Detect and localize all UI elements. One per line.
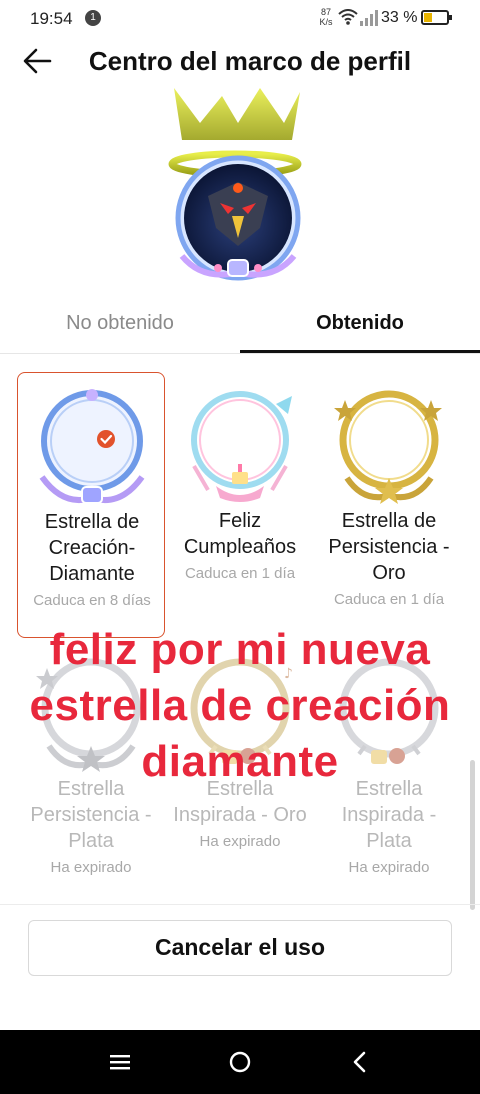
frame-name: Estrella de Creación-Diamante — [44, 511, 140, 585]
frame-name: Feliz Cumpleaños — [183, 510, 297, 558]
frame-card-creacion-diamante[interactable]: Estrella de Creación-Diamante Caduca en … — [17, 372, 165, 638]
frame-name: Estrella de Persistencia - Oro — [328, 510, 450, 584]
notification-badge: 1 — [85, 10, 101, 26]
net-speed-value: 87 — [320, 7, 331, 17]
footer-divider — [0, 904, 480, 905]
frame-thumbnail — [334, 390, 442, 504]
frame-expiry: Caduca en 1 día — [333, 591, 445, 608]
frame-thumbnail — [39, 389, 145, 504]
signal-icon — [360, 10, 378, 26]
frame-card-feliz-cumpleanos[interactable]: Feliz Cumpleaños Caduca en 1 día — [166, 372, 314, 638]
battery-percent: 33 % — [381, 9, 418, 26]
status-bar: 19:54 1 87 K/s 33 % — [0, 0, 480, 36]
frame-card-persistencia-oro[interactable]: Estrella de Persistencia - Oro Caduca en… — [315, 372, 463, 638]
net-speed-unit: K/s — [319, 17, 333, 27]
frame-expiry: Ha expirado — [50, 859, 132, 876]
wifi-icon — [338, 9, 358, 25]
system-nav-bar — [0, 1030, 480, 1094]
check-icon — [97, 430, 115, 448]
tabs-divider — [0, 353, 480, 354]
overlay-caption: feliz por mi nueva estrella de creación … — [29, 625, 451, 786]
nav-back-icon[interactable] — [350, 1050, 370, 1074]
scrollbar[interactable] — [470, 760, 475, 910]
tab-obtained[interactable]: Obtenido — [240, 312, 480, 352]
frame-expiry: Caduca en 1 día — [184, 565, 296, 582]
frame-thumbnail — [191, 391, 292, 502]
menu-icon[interactable] — [108, 1052, 132, 1072]
net-speed: 87 K/s — [316, 7, 336, 27]
status-time: 19:54 — [30, 9, 73, 28]
home-icon[interactable] — [228, 1050, 252, 1074]
current-frame-preview — [168, 88, 302, 281]
tab-not-obtained[interactable]: No obtenido — [0, 312, 240, 352]
frame-expiry: Caduca en 8 días — [33, 592, 151, 609]
battery-icon — [421, 10, 452, 25]
frame-expiry: Ha expirado — [348, 859, 430, 876]
cancel-use-button[interactable]: Cancelar el uso — [28, 920, 452, 976]
page-title: Centro del marco de perfil — [88, 46, 412, 76]
frame-expiry: Ha expirado — [199, 833, 281, 850]
